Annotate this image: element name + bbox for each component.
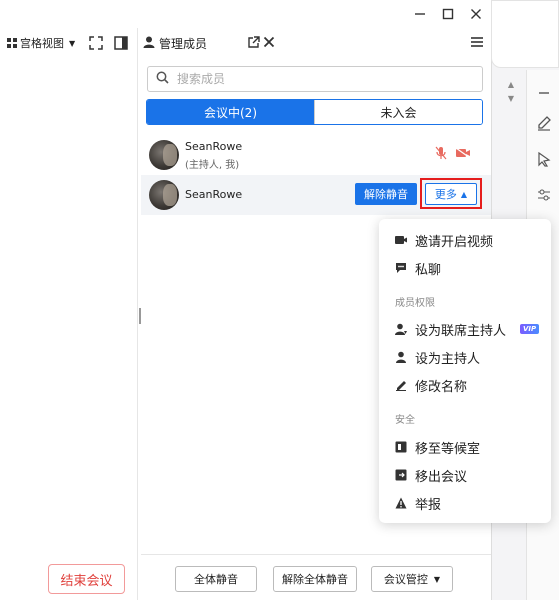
more-button[interactable]: 更多 ▲ (425, 183, 477, 205)
person-icon (143, 36, 155, 51)
members-header: 管理成员 (141, 28, 491, 58)
minimize-icon[interactable] (410, 4, 430, 24)
popout-icon[interactable] (247, 36, 260, 52)
caret-down-icon: ▼ (69, 38, 76, 48)
menu-item-label: 修改名称 (415, 379, 468, 395)
member-name: SeanRowe (185, 140, 243, 153)
mute-all-button[interactable]: 全体静音 (175, 566, 257, 592)
window-titlebar (0, 0, 491, 28)
member-row-host[interactable]: SeanRowe (主持人, 我) (141, 134, 491, 174)
menu-item-set-host[interactable]: 设为主持人 (395, 346, 480, 368)
video-area: 宫格视图 ▼ 结束会议 (0, 28, 138, 600)
more-highlight-box: 更多 ▲ (420, 178, 482, 209)
menu-item-label: 设为主持人 (415, 351, 481, 367)
section-security-label: 安全 (395, 415, 415, 426)
menu-item-label: 移出会议 (415, 469, 468, 485)
member-row-guest[interactable]: SeanRowe 解除静音 更多 ▲ (141, 175, 491, 215)
grid-icon (6, 37, 18, 49)
video-toolbar: 宫格视图 ▼ (0, 28, 138, 58)
menu-item-label: 移至等候室 (415, 441, 481, 457)
adjust-icon[interactable] (535, 186, 553, 204)
minus-icon[interactable] (535, 84, 553, 102)
mic-muted-icon[interactable] (435, 146, 447, 163)
menu-item-private-chat[interactable]: 私聊 (395, 257, 441, 279)
unmute-button[interactable]: 解除静音 (355, 183, 417, 205)
menu-item-label: 举报 (415, 497, 442, 513)
fullscreen-icon[interactable] (89, 36, 103, 50)
tab-not-joined[interactable]: 未入会 (314, 100, 482, 124)
menu-item-label: 邀请开启视频 (415, 234, 494, 250)
avatar (149, 180, 179, 210)
pen-icon[interactable] (535, 114, 553, 132)
menu-item-remove[interactable]: 移出会议 (395, 464, 467, 486)
waiting-room-icon (395, 441, 407, 453)
search-box[interactable] (147, 66, 483, 92)
menu-item-label: 设为联席主持人 (415, 323, 507, 339)
caret-down-icon: ▼ (433, 574, 441, 584)
more-dropdown-menu: 邀请开启视频 私聊 成员权限 设为联席主持人 VIP 设为主持人 修改名称 安全… (379, 219, 551, 523)
member-name: SeanRowe (185, 188, 243, 201)
search-input[interactable] (177, 72, 457, 86)
member-role: (主持人, 我) (185, 160, 240, 171)
meeting-control-label: 会议管控 (383, 573, 428, 586)
members-title: 管理成员 (159, 37, 208, 51)
menu-item-waiting-room[interactable]: 移至等候室 (395, 436, 480, 458)
edit-icon (395, 379, 407, 391)
menu-icon[interactable] (471, 36, 483, 51)
search-icon (156, 71, 169, 87)
vip-badge: VIP (520, 324, 540, 334)
menu-item-invite-video[interactable]: 邀请开启视频 (395, 229, 493, 251)
maximize-icon[interactable] (438, 4, 458, 24)
close-icon[interactable] (466, 4, 486, 24)
split-view-icon[interactable] (114, 36, 128, 50)
view-mode-label: 宫格视图 (20, 37, 64, 50)
camera-off-icon[interactable] (455, 147, 471, 162)
avatar (149, 140, 179, 170)
meeting-control-button[interactable]: 会议管控 ▼ (371, 566, 453, 592)
menu-item-rename[interactable]: 修改名称 (395, 374, 467, 396)
menu-item-report[interactable]: 举报 (395, 492, 441, 514)
caret-up-icon: ▲ (460, 189, 468, 199)
chat-icon (395, 262, 407, 274)
cohost-icon (395, 323, 407, 335)
tab-in-meeting[interactable]: 会议中(2) (147, 100, 314, 124)
end-meeting-button[interactable]: 结束会议 (48, 564, 125, 594)
menu-item-label: 私聊 (415, 262, 442, 278)
report-icon (395, 497, 407, 509)
member-tabs: 会议中(2) 未入会 (146, 99, 483, 125)
more-label: 更多 (434, 188, 457, 201)
bottom-action-bar: 全体静音 解除全体静音 会议管控 ▼ (141, 554, 491, 600)
host-icon (395, 351, 407, 363)
scroll-arrows[interactable]: ▲ ▼ (505, 78, 517, 106)
view-mode-dropdown[interactable]: 宫格视图 ▼ (6, 35, 75, 51)
cursor-icon[interactable] (535, 150, 553, 168)
remove-icon (395, 469, 407, 481)
section-permissions-label: 成员权限 (395, 298, 435, 309)
close-panel-icon[interactable] (263, 36, 275, 51)
menu-item-set-cohost[interactable]: 设为联席主持人 VIP (395, 318, 540, 340)
side-card (491, 0, 559, 68)
video-icon (395, 234, 407, 246)
unmute-all-button[interactable]: 解除全体静音 (273, 566, 357, 592)
